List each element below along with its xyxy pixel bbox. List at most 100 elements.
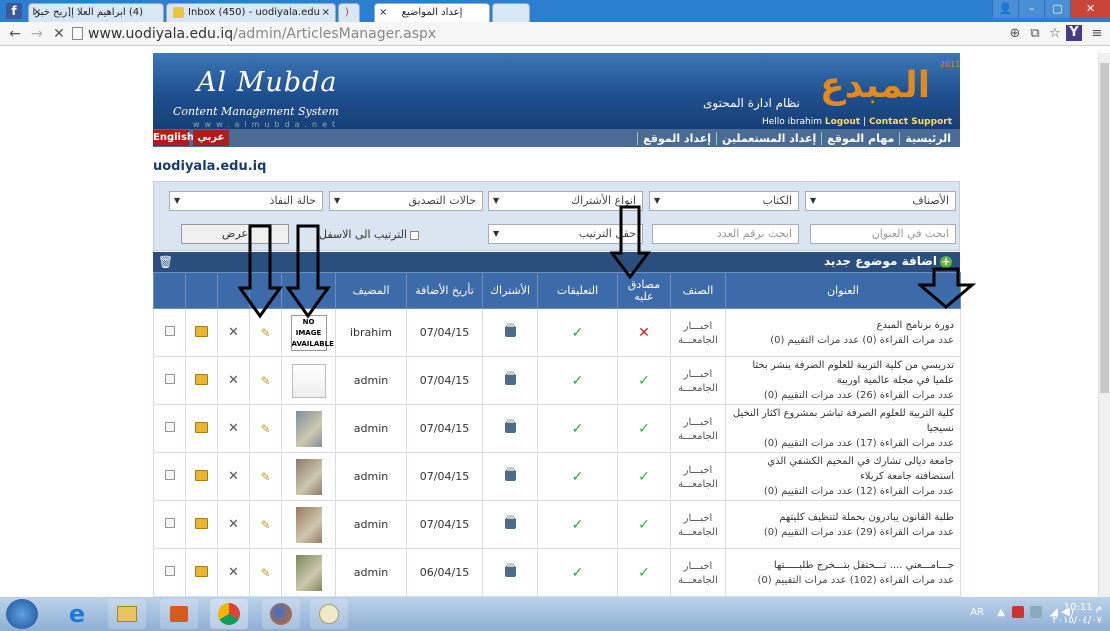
file-explorer-icon[interactable]: [108, 599, 146, 629]
start-button[interactable]: [6, 599, 38, 629]
folder-icon[interactable]: [195, 421, 208, 433]
article-thumbnail[interactable]: [295, 410, 322, 447]
close-window-icon[interactable]: ✕: [1070, 0, 1110, 18]
header-added-by[interactable]: المضيف: [335, 272, 407, 309]
article-title-link[interactable]: دورة برنامج المبدع: [732, 318, 955, 333]
checkbox-box[interactable]: [410, 230, 419, 240]
printer-icon[interactable]: [504, 370, 516, 385]
edit-pencil-icon[interactable]: ✎: [260, 518, 270, 532]
check-icon[interactable]: ✓: [638, 469, 650, 485]
delete-icon[interactable]: ✕: [228, 517, 239, 532]
arabic-button[interactable]: عربي: [193, 130, 229, 146]
check-icon[interactable]: ✓: [638, 373, 650, 389]
action-center-icon[interactable]: [1012, 606, 1024, 618]
network-icon[interactable]: [1030, 606, 1042, 618]
chrome-icon[interactable]: [210, 599, 248, 629]
check-icon[interactable]: ✓: [638, 517, 650, 533]
delete-icon[interactable]: ✕: [228, 565, 239, 580]
article-title-link[interactable]: جـــامـــعتي .... تـــحتفل بتـــخرج طلبـ…: [732, 558, 954, 573]
zoom-icon[interactable]: ⊕: [1006, 25, 1024, 43]
folder-icon[interactable]: [195, 325, 208, 337]
facebook-icon[interactable]: f: [6, 3, 22, 19]
yahoo-icon[interactable]: Y: [1066, 25, 1082, 41]
article-title-link[interactable]: كلية التربية للعلوم الصرفة تباشر بمشروع …: [732, 406, 954, 436]
approval-states-select[interactable]: ▼ حالات التصديق: [329, 191, 483, 211]
header-category[interactable]: الصنف: [670, 272, 726, 309]
back-icon[interactable]: ←: [6, 24, 24, 44]
english-button[interactable]: English: [153, 130, 194, 146]
delete-icon[interactable]: ✕: [228, 373, 239, 388]
logout-link[interactable]: Logout: [825, 117, 860, 127]
menu-item-home[interactable]: الرئيسية: [899, 131, 956, 145]
menu-item-site-settings[interactable]: إعداد الموقع: [637, 131, 716, 145]
minimize-icon[interactable]: –: [1018, 0, 1044, 18]
translate-icon[interactable]: ⧉: [1026, 25, 1044, 43]
close-icon[interactable]: ×: [379, 4, 387, 22]
article-title-link[interactable]: تدريسي من كلية التربية للعلوم الصرفة ينش…: [732, 358, 954, 388]
check-icon[interactable]: ✓: [572, 373, 584, 389]
edit-pencil-icon[interactable]: ✎: [260, 566, 270, 580]
close-icon[interactable]: ×: [33, 4, 41, 22]
stop-icon[interactable]: ✕: [50, 24, 68, 44]
check-icon[interactable]: ✓: [572, 565, 584, 581]
browser-tab[interactable]: ): [338, 3, 360, 22]
check-icon[interactable]: ✓: [572, 517, 584, 533]
user-icon[interactable]: 👤: [992, 0, 1018, 18]
edit-pencil-icon[interactable]: ✎: [260, 422, 270, 436]
row-checkbox[interactable]: [164, 566, 175, 576]
close-icon[interactable]: ×: [322, 4, 330, 22]
check-icon[interactable]: ✓: [572, 469, 584, 485]
check-icon[interactable]: ✓: [572, 421, 584, 437]
forward-icon[interactable]: →: [28, 24, 46, 44]
folder-icon[interactable]: [195, 517, 208, 529]
printer-icon[interactable]: [504, 466, 516, 481]
browser-tab[interactable]: Inbox (450) - uodiyala.edu ×: [166, 3, 336, 22]
categories-select[interactable]: ▼ الأصناف: [805, 191, 956, 211]
article-thumbnail[interactable]: [295, 506, 322, 543]
enforcement-state-select[interactable]: ▼ حالة النفاذ: [169, 191, 323, 211]
article-title-link[interactable]: جامعة ديالى تشارك في المخيم الكشفي الذي …: [732, 454, 954, 484]
row-checkbox[interactable]: [164, 326, 175, 336]
printer-icon[interactable]: [504, 322, 516, 337]
printer-icon[interactable]: [504, 418, 516, 433]
menu-icon[interactable]: ≡: [1088, 25, 1106, 43]
clock[interactable]: 10:11 م ٢٠١٥/٠٤/٠٧: [1052, 601, 1102, 627]
trash-icon[interactable]: 🗑: [158, 255, 173, 269]
article-thumbnail[interactable]: [295, 554, 322, 591]
sort-descending-checkbox[interactable]: الترتيب الى الاسفل: [319, 228, 419, 241]
writers-select[interactable]: ▼ الكتاب: [649, 191, 799, 211]
row-checkbox[interactable]: [164, 470, 175, 480]
internet-explorer-icon[interactable]: e: [58, 599, 96, 629]
delete-icon[interactable]: ✕: [228, 469, 239, 484]
add-new-topic-button[interactable]: +اضافة موضوع جديد: [824, 254, 952, 268]
media-player-icon[interactable]: [160, 599, 198, 629]
folder-icon[interactable]: [195, 469, 208, 481]
check-icon[interactable]: ✓: [638, 565, 650, 581]
edit-pencil-icon[interactable]: ✎: [260, 326, 270, 340]
browser-tab-active[interactable]: إعداد المواضيع ×: [374, 3, 490, 22]
paint-icon[interactable]: [310, 599, 348, 629]
check-icon[interactable]: ✓: [572, 325, 584, 341]
contact-support-link[interactable]: Contact Support: [869, 117, 952, 127]
scrollbar-thumb[interactable]: [1100, 63, 1109, 393]
edit-pencil-icon[interactable]: ✎: [260, 374, 270, 388]
tray-expand-icon[interactable]: ▲: [997, 607, 1005, 618]
page-scrollbar[interactable]: [1098, 53, 1110, 597]
row-checkbox[interactable]: [164, 374, 175, 384]
language-indicator[interactable]: AR: [970, 607, 984, 618]
search-number-input[interactable]: ابحث برقم العدد: [652, 224, 799, 244]
printer-icon[interactable]: [504, 514, 516, 529]
delete-icon[interactable]: ✕: [228, 421, 239, 436]
star-icon[interactable]: ☆: [1046, 25, 1064, 43]
header-subscription[interactable]: الأشتراك: [482, 272, 538, 309]
printer-icon[interactable]: [504, 562, 516, 577]
header-date-added[interactable]: تأريخ الأضافة: [406, 272, 483, 309]
article-title-link[interactable]: طلبة القانون يبادرون بحملة لتنظيف كليتهم: [732, 510, 954, 525]
search-title-input[interactable]: ابحث في العنوان: [810, 224, 956, 244]
browser-tab[interactable]: (4) ابراهيم العلا إ[ربح خبرا ×: [28, 3, 164, 22]
article-thumbnail[interactable]: [295, 458, 322, 495]
url-input[interactable]: www.uodiyala.edu.iq/admin/ArticlesManage…: [88, 25, 978, 43]
menu-item-users[interactable]: إعداد المستعملين: [715, 131, 821, 145]
firefox-icon[interactable]: [262, 599, 300, 629]
new-tab-button[interactable]: [492, 3, 530, 22]
